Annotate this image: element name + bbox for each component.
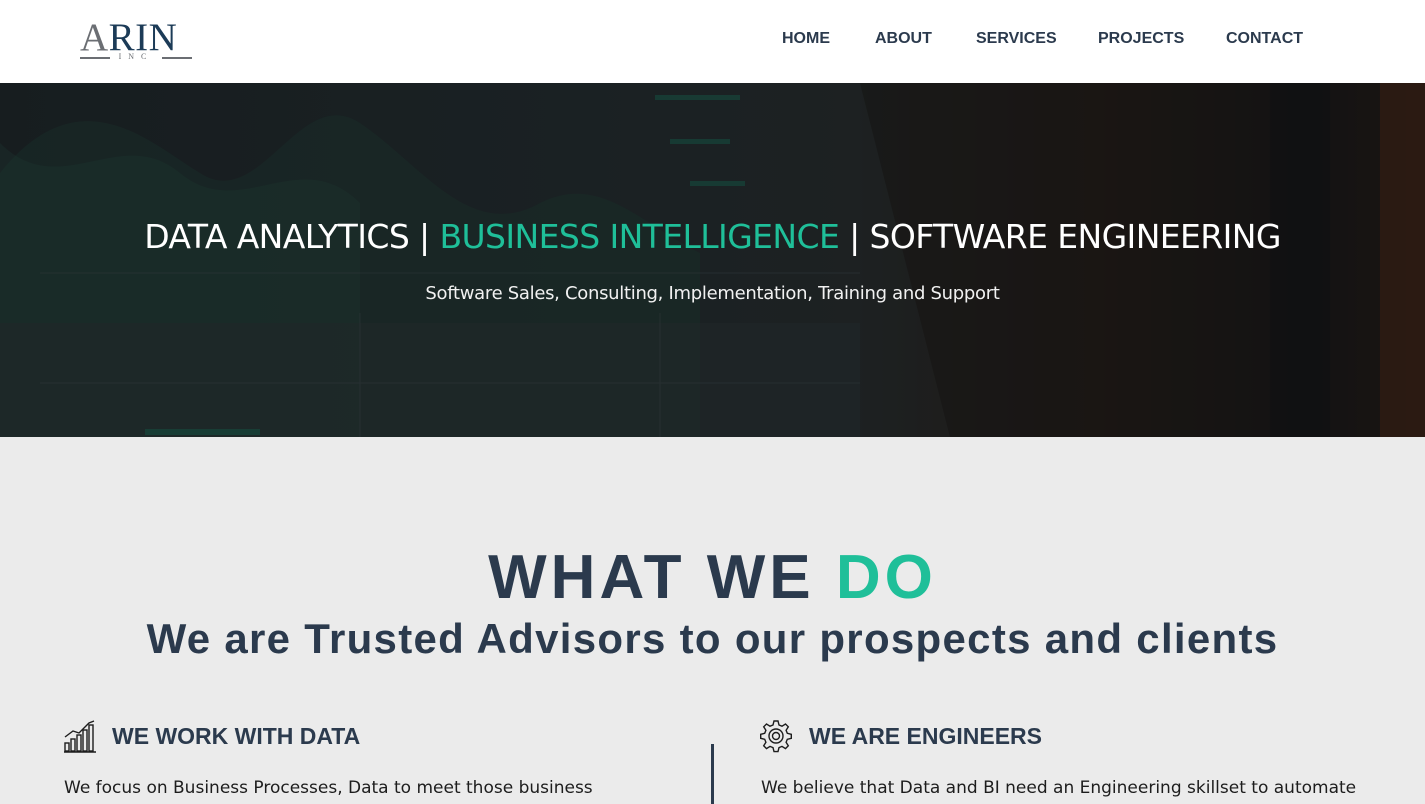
logo-subtext: INC bbox=[80, 52, 192, 61]
column-text-engineers: We believe that Data and BI need an Engi… bbox=[761, 778, 1357, 798]
hero-title-accent: BUSINESS INTELLIGENCE bbox=[439, 217, 840, 256]
gear-icon bbox=[760, 720, 792, 753]
section-subtitle: We are Trusted Advisors to our prospects… bbox=[146, 615, 1279, 662]
nav-contact-link[interactable]: CONTACT bbox=[1226, 30, 1303, 52]
hero-overlay bbox=[0, 83, 1425, 437]
nav-projects-link[interactable]: PROJECTS bbox=[1098, 30, 1184, 52]
section-title-accent: DO bbox=[835, 543, 937, 612]
column-divider bbox=[711, 744, 714, 804]
nav-home-link[interactable]: HOME bbox=[782, 30, 830, 52]
hero-banner: DATA ANALYTICS | BUSINESS INTELLIGENCE |… bbox=[0, 83, 1425, 437]
column-text-data: We focus on Business Processes, Data to … bbox=[64, 778, 593, 798]
nav-services-link[interactable]: SERVICES bbox=[976, 30, 1057, 52]
section-title: WHAT WE DO bbox=[488, 543, 937, 612]
nav-about-link[interactable]: ABOUT bbox=[875, 30, 932, 52]
company-logo[interactable]: ARIN INC bbox=[80, 18, 194, 62]
bar-chart-growth-icon bbox=[64, 720, 96, 753]
column-heading-data: WE WORK WITH DATA bbox=[112, 723, 361, 749]
hero-subtitle: Software Sales, Consulting, Implementati… bbox=[425, 283, 1000, 304]
site-header: ARIN INC HOME ABOUT SERVICES PROJECTS CO… bbox=[0, 0, 1425, 83]
hero-title: DATA ANALYTICS | BUSINESS INTELLIGENCE |… bbox=[144, 217, 1281, 256]
column-heading-engineers: WE ARE ENGINEERS bbox=[809, 723, 1043, 749]
